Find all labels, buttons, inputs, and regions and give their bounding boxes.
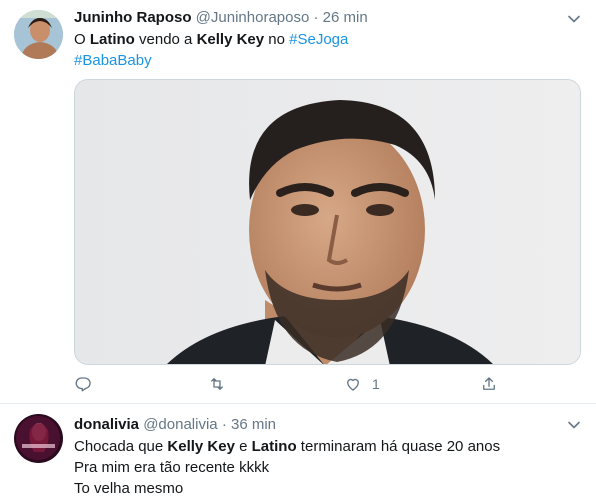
hashtag-link[interactable]: #SeJoga bbox=[289, 31, 348, 48]
timestamp[interactable]: 26 min bbox=[323, 9, 368, 26]
tweet[interactable]: Juninho Raposo @Juninhoraposo · 26 min O… bbox=[0, 0, 596, 404]
display-name[interactable]: donalivia bbox=[74, 416, 139, 433]
handle[interactable]: @Juninhoraposo bbox=[196, 9, 310, 26]
avatar[interactable] bbox=[14, 414, 63, 463]
chevron-down-icon[interactable] bbox=[565, 416, 583, 434]
text-part-bold: Kelly Key bbox=[196, 31, 265, 48]
man-portrait-image bbox=[75, 80, 580, 364]
text-part: vendo a bbox=[134, 31, 197, 48]
text-part-bold: Latino bbox=[89, 31, 135, 48]
avatar[interactable] bbox=[14, 10, 63, 59]
timestamp[interactable]: 36 min bbox=[231, 416, 276, 433]
text-part: terminaram há quase 20 anos bbox=[296, 438, 501, 455]
reply-button[interactable] bbox=[74, 373, 102, 395]
text-part: e bbox=[234, 438, 252, 455]
text-part: no bbox=[264, 31, 290, 48]
tweet-text-line: Chocada que Kelly Key e Latino terminara… bbox=[74, 436, 500, 457]
tweet-text-line: Pra mim era tão recente kkkk bbox=[74, 459, 270, 476]
tweet-text-line: O Latino vendo a Kelly Key no #SeJoga bbox=[74, 29, 348, 50]
tweet-image[interactable] bbox=[74, 79, 581, 365]
share-button[interactable] bbox=[480, 373, 508, 395]
tweet-actions: 1 bbox=[74, 373, 514, 395]
separator: · bbox=[313, 9, 319, 26]
like-count: 1 bbox=[372, 376, 380, 392]
tweet-divider bbox=[0, 403, 596, 404]
display-name[interactable]: Juninho Raposo bbox=[74, 9, 192, 26]
like-button[interactable]: 1 bbox=[344, 373, 380, 395]
tweet-header: Juninho Raposo @Juninhoraposo · 26 min bbox=[74, 8, 368, 28]
heart-icon bbox=[347, 378, 359, 391]
tweet-text: Chocada que Kelly Key e Latino terminara… bbox=[74, 436, 500, 499]
text-part-bold: Latino bbox=[251, 438, 297, 455]
hashtag-link[interactable]: #BabaBaby bbox=[74, 52, 152, 69]
tweet-text: O Latino vendo a Kelly Key no #SeJoga #Ba… bbox=[74, 29, 348, 71]
text-part: Chocada que bbox=[74, 438, 168, 455]
tweet-text-line: To velha mesmo bbox=[74, 480, 184, 497]
text-part-bold: Kelly Key bbox=[167, 438, 235, 455]
chevron-down-icon[interactable] bbox=[565, 10, 583, 28]
text-part: O bbox=[74, 31, 90, 48]
retweet-button[interactable] bbox=[208, 373, 236, 395]
reply-icon bbox=[75, 377, 91, 392]
tweet-text-line: #BabaBaby bbox=[74, 50, 348, 71]
handle[interactable]: @donalivia bbox=[143, 416, 217, 433]
tweet-header: donalivia @donalivia · 36 min bbox=[74, 415, 276, 435]
share-icon bbox=[483, 377, 495, 390]
separator: · bbox=[221, 416, 227, 433]
retweet-icon bbox=[211, 378, 223, 390]
